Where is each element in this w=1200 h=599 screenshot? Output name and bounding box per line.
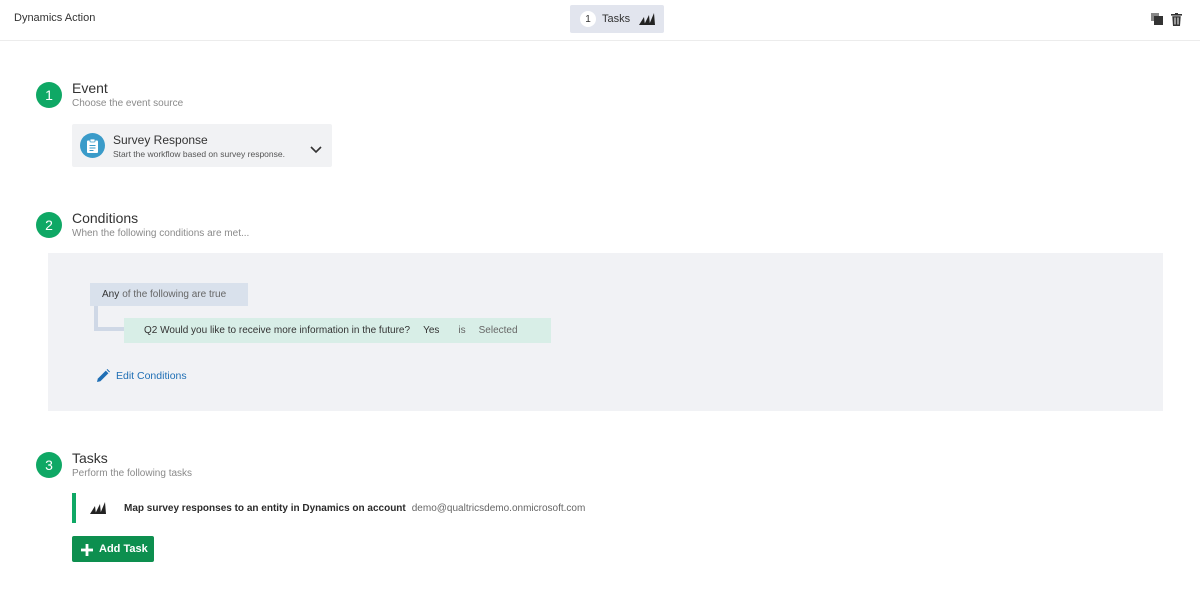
header-actions — [1151, 12, 1182, 26]
rule-question: Q2 Would you like to receive more inform… — [144, 325, 411, 336]
conditions-title: Conditions — [72, 210, 139, 226]
task-item[interactable]: Map survey responses to an entity in Dyn… — [72, 493, 672, 523]
condition-group-header[interactable]: Any of the following are true — [90, 283, 248, 306]
task-account: demo@qualtricsdemo.onmicrosoft.com — [411, 502, 586, 514]
step-number-tasks: 3 — [36, 452, 62, 478]
conditions-subtitle: When the following conditions are met... — [72, 228, 250, 239]
dynamics-logo-icon — [639, 12, 656, 26]
rule-value: Selected — [478, 325, 518, 336]
chevron-down-icon — [310, 141, 322, 154]
tasks-tab[interactable]: 1 Tasks — [570, 5, 664, 33]
event-title: Event — [72, 80, 108, 96]
event-source-title: Survey Response — [113, 132, 208, 147]
app-title: Dynamics Action — [14, 12, 96, 24]
add-task-button[interactable]: Add Task — [72, 536, 154, 562]
step-number-event: 1 — [36, 82, 62, 108]
condition-quantifier: Any — [102, 289, 120, 300]
event-source-dropdown[interactable]: Survey Response Start the workflow based… — [72, 124, 332, 167]
conditions-panel: Any of the following are true Q2 Would y… — [48, 253, 1163, 411]
task-description: Map survey responses to an entity in Dyn… — [124, 502, 406, 514]
dynamics-logo-icon — [90, 501, 108, 515]
rule-answer: Yes — [423, 325, 440, 336]
clipboard-icon — [80, 133, 105, 158]
condition-group-text: of the following are true — [122, 289, 227, 300]
add-task-label: Add Task — [99, 543, 148, 555]
tasks-subtitle: Perform the following tasks — [72, 468, 193, 479]
plus-icon — [81, 543, 93, 556]
event-source-text: Survey Response Start the workflow based… — [113, 133, 285, 159]
edit-conditions-link[interactable]: Edit Conditions — [96, 369, 187, 383]
step-number-conditions: 2 — [36, 212, 62, 238]
condition-rule[interactable]: Q2 Would you like to receive more inform… — [124, 318, 551, 343]
tasks-tab-label: Tasks — [602, 13, 631, 25]
trash-icon[interactable] — [1170, 12, 1182, 26]
copy-icon[interactable] — [1151, 12, 1163, 26]
condition-connector — [94, 306, 124, 331]
edit-conditions-label: Edit Conditions — [116, 370, 187, 382]
rule-operator: is — [458, 325, 466, 336]
tasks-count-badge: 1 — [580, 11, 596, 27]
event-source-description: Start the workflow based on survey respo… — [113, 148, 285, 159]
tasks-title: Tasks — [72, 450, 108, 466]
pencil-icon — [96, 369, 110, 383]
event-subtitle: Choose the event source — [72, 98, 184, 109]
top-bar: Dynamics Action 1 Tasks — [0, 0, 1200, 41]
